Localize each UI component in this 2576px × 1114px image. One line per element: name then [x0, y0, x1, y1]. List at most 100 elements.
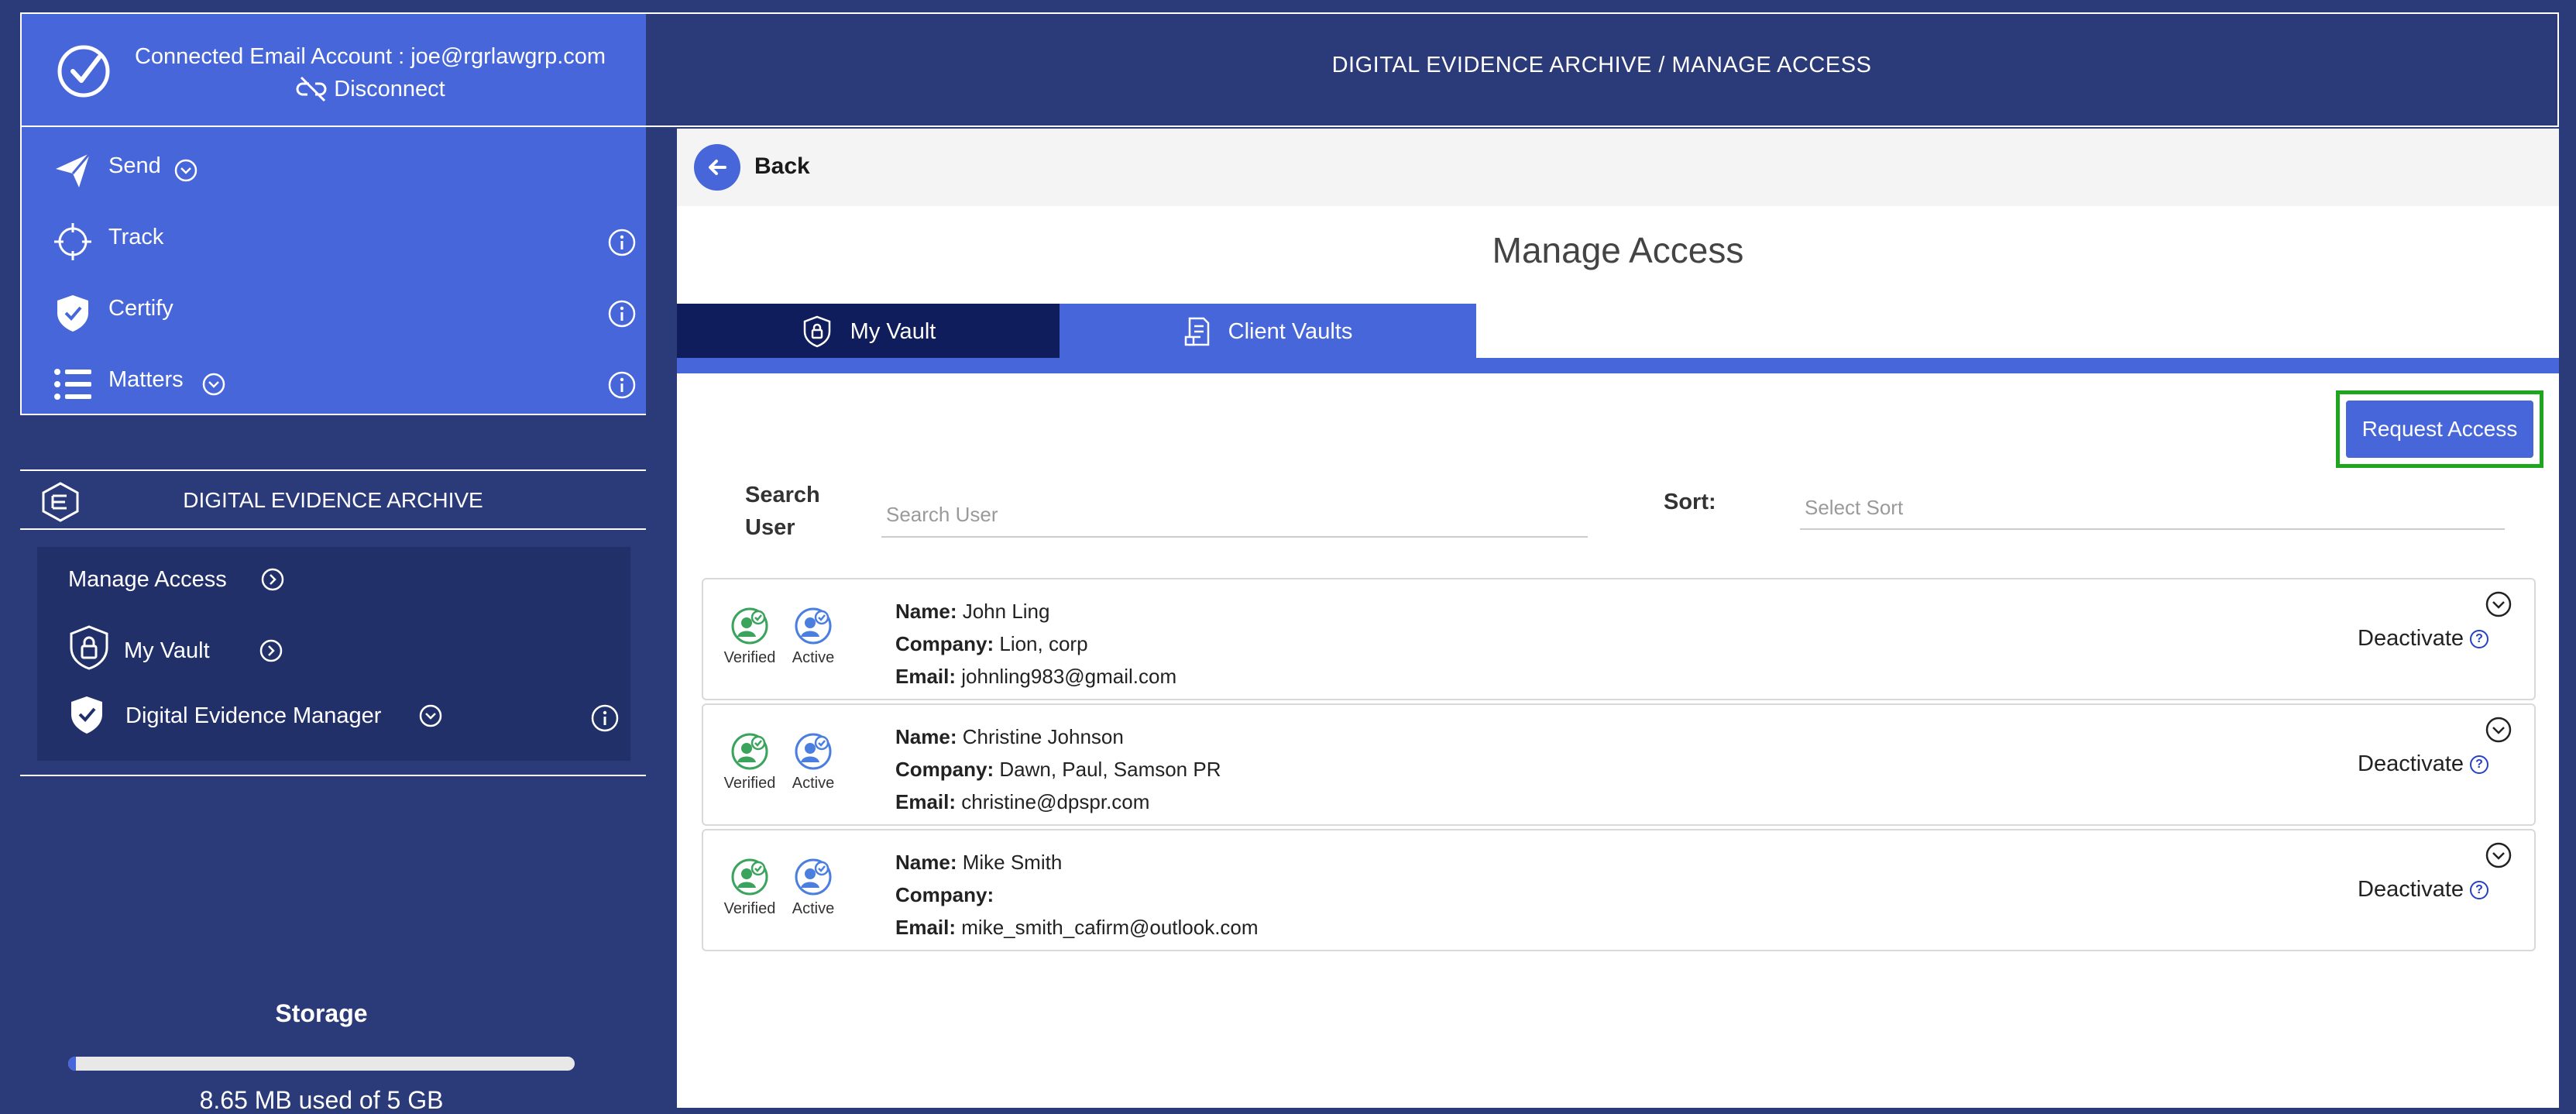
active-badge: Active [782, 606, 844, 667]
user-email: mike_smith_cafirm@outlook.com [961, 916, 1259, 939]
tab-my-vault[interactable]: My Vault [677, 304, 1060, 359]
storage-progress-fill [68, 1057, 76, 1071]
nav-item-label: Matters [108, 367, 184, 392]
dea-item-label: Digital Evidence Manager [125, 703, 382, 728]
dea-menu: Manage Access My Vault Digital Evidence [37, 547, 630, 761]
verified-badge: Verified [719, 731, 781, 793]
user-name: Christine Johnson [962, 725, 1124, 748]
back-bar: Back [677, 129, 2559, 206]
nav-item-label: Certify [108, 296, 173, 321]
connected-email-text: Connected Email Account : joe@rgrlawgrp.… [134, 44, 606, 69]
request-access-button[interactable]: Request Access [2346, 401, 2533, 458]
user-card: Verified Active Name: Christine Johnson … [702, 703, 2536, 826]
archive-logo-icon [39, 480, 82, 524]
nav-item-send[interactable]: Send [22, 135, 647, 197]
name-key: Name: [895, 851, 957, 874]
back-label[interactable]: Back [754, 153, 810, 180]
nav-item-label: Send [108, 153, 161, 178]
user-info: Name: Mike Smith Company: Email: mike_sm… [895, 846, 1259, 944]
storage-usage-text: 8.65 MB used of 5 GB [199, 1086, 444, 1114]
vault-lock-icon [801, 315, 833, 349]
chevron-right-icon [259, 638, 283, 663]
verified-label: Verified [723, 900, 776, 917]
disconnect-button[interactable]: Disconnect [295, 73, 445, 105]
expand-chevron-icon[interactable] [2485, 716, 2512, 744]
search-user-label: Search User [745, 479, 820, 544]
active-user-icon [795, 733, 832, 770]
tab-underline [677, 358, 2559, 373]
sort-select[interactable]: Select Sort [1800, 485, 2505, 530]
user-info: Name: John Ling Company: Lion, corp Emai… [895, 595, 1176, 693]
page-header: DIGITAL EVIDENCE ARCHIVE / MANAGE ACCESS [646, 12, 2559, 127]
arrow-left-icon [709, 160, 726, 175]
vault-lock-icon [67, 624, 112, 671]
chevron-down-icon[interactable] [173, 158, 198, 183]
tab-client-vaults[interactable]: Client Vaults [1060, 304, 1476, 359]
deactivate-button[interactable]: Deactivate ? [2358, 877, 2489, 903]
user-name-line: Name: Mike Smith [895, 846, 1259, 878]
chevron-right-icon [260, 567, 285, 592]
info-icon[interactable] [607, 299, 637, 328]
active-badge: Active [782, 731, 844, 793]
user-company: Dawn, Paul, Samson PR [999, 758, 1221, 781]
dea-section: DIGITAL EVIDENCE ARCHIVE Manage Access M… [20, 469, 646, 776]
deactivate-button[interactable]: Deactivate ? [2358, 751, 2489, 777]
nav-item-certify[interactable]: Certify [22, 277, 647, 339]
page-title: Manage Access [1492, 230, 1744, 270]
tab-label: Client Vaults [1228, 318, 1353, 344]
search-user-input[interactable] [881, 493, 1588, 538]
user-email-line: Email: johnling983@gmail.com [895, 660, 1176, 693]
user-email-line: Email: christine@dpspr.com [895, 786, 1221, 818]
active-label: Active [792, 649, 835, 666]
user-info: Name: Christine Johnson Company: Dawn, P… [895, 720, 1221, 818]
dea-header: DIGITAL EVIDENCE ARCHIVE [20, 471, 646, 530]
sort-label: Sort: [1664, 490, 1716, 514]
verified-badge: Verified [719, 857, 781, 918]
active-label: Active [792, 900, 835, 917]
nav-item-matters[interactable]: Matters [22, 349, 647, 411]
company-key: Company: [895, 758, 994, 781]
deactivate-label: Deactivate [2358, 877, 2464, 902]
user-card: Verified Active Name: John Ling Company:… [702, 578, 2536, 700]
check-circle-icon [56, 43, 112, 99]
main-content: Back Manage Access My Vault Client Vault… [677, 129, 2559, 1108]
sidebar: Connected Email Account : joe@rgrlawgrp.… [0, 0, 677, 1114]
deactivate-button[interactable]: Deactivate ? [2358, 626, 2489, 652]
back-button[interactable] [694, 144, 740, 191]
search-label-line: User [745, 515, 795, 540]
user-list: Verified Active Name: John Ling Company:… [702, 578, 2536, 954]
verified-user-icon [731, 858, 768, 896]
info-icon[interactable] [607, 370, 637, 400]
verified-label: Verified [723, 649, 776, 666]
chevron-down-icon[interactable] [418, 703, 443, 728]
help-icon[interactable]: ? [2470, 755, 2489, 774]
name-key: Name: [895, 600, 957, 623]
help-icon[interactable]: ? [2470, 629, 2489, 648]
user-company-line: Company: [895, 878, 1259, 911]
expand-chevron-icon[interactable] [2485, 590, 2512, 618]
user-company-line: Company: Lion, corp [895, 627, 1176, 660]
main-nav: Send Track Certify Matters [20, 127, 646, 415]
user-company-line: Company: Dawn, Paul, Samson PR [895, 753, 1221, 786]
user-company: Lion, corp [999, 632, 1088, 655]
user-name: John Ling [962, 600, 1050, 623]
dea-item-manage-access[interactable]: Manage Access [68, 567, 284, 593]
dea-item-label: My Vault [124, 638, 210, 663]
user-name: Mike Smith [962, 851, 1063, 874]
dea-item-digital-evidence-manager[interactable]: Digital Evidence Manager [68, 694, 626, 738]
nav-item-track[interactable]: Track [22, 206, 647, 268]
user-email: christine@dpspr.com [961, 790, 1150, 813]
chevron-down-icon[interactable] [201, 372, 226, 397]
info-icon[interactable] [607, 228, 637, 257]
expand-chevron-icon[interactable] [2485, 841, 2512, 869]
email-key: Email: [895, 916, 957, 939]
user-email-line: Email: mike_smith_cafirm@outlook.com [895, 911, 1259, 944]
help-icon[interactable]: ? [2470, 880, 2489, 899]
search-label-line: Search [745, 483, 820, 507]
list-icon [53, 364, 93, 404]
info-icon[interactable] [590, 703, 620, 733]
storage-progress-bar [68, 1057, 575, 1071]
name-key: Name: [895, 725, 957, 748]
user-name-line: Name: Christine Johnson [895, 720, 1221, 753]
shield-check-icon [68, 694, 105, 736]
